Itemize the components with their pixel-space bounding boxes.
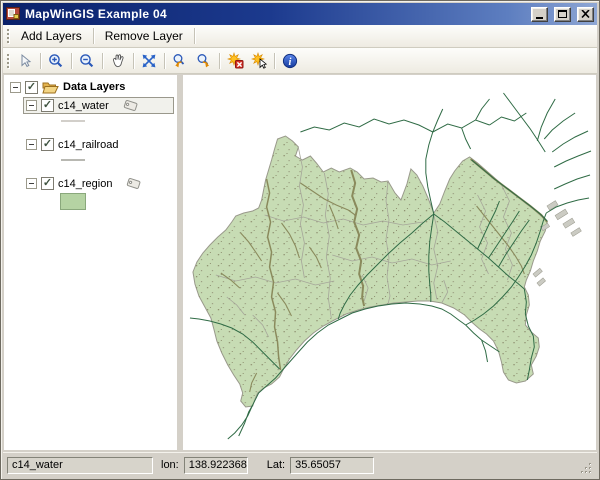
zoom-next-icon [197,53,210,67]
app-window: MapWinGIS Example 04 Add Layers Remove L… [0,0,600,480]
separator [193,28,195,44]
clear-selection-icon [226,52,243,69]
folder-icon [42,82,59,93]
pan-button[interactable] [106,50,130,72]
tree-node-label: c14_railroad [58,138,119,151]
minimize-button[interactable] [531,6,548,22]
maximize-button[interactable] [554,6,571,22]
separator [274,52,275,69]
c14-region-checkbox[interactable] [41,177,54,190]
tool-strip: i [3,48,597,74]
status-layer-name: c14_water [7,456,153,474]
info-icon: i [282,53,298,68]
tag-icon [123,99,138,111]
title-bar[interactable]: MapWinGIS Example 04 [3,3,597,25]
close-button[interactable] [577,6,594,22]
tree-node-c14-water[interactable]: c14_water [23,97,174,114]
zoom-extent-button[interactable] [137,50,161,72]
close-icon [581,10,590,18]
separator [102,52,103,69]
zoom-full-extent-icon [142,54,156,67]
select-shapes-button[interactable] [247,50,271,72]
zoom-out-button[interactable] [75,50,99,72]
c14-water-symbol-row [60,114,177,128]
fill-symbol [60,192,86,210]
remove-layer-button[interactable]: Remove Layer [97,26,191,46]
minimize-icon [536,16,543,19]
tree-node-label: Data Layers [63,81,126,93]
collapse-toggle[interactable] [26,139,37,150]
status-bar: c14_water lon: 138.922368 Lat: 35.65057 [3,452,597,477]
c14-region-symbol-row [60,192,177,210]
layers-panel: Data Layers c14_water [4,75,177,450]
toolstrip-grip[interactable] [7,29,9,43]
pointer-button[interactable] [13,50,37,72]
separator [40,52,41,69]
separator [71,52,72,69]
zoom-next-button[interactable] [192,50,216,72]
zoom-in-icon [49,53,63,67]
resize-grip[interactable] [579,461,593,475]
line-symbol [61,120,85,122]
clear-selection-button[interactable] [223,50,247,72]
lon-label: lon: [161,459,179,471]
pointer-icon [21,53,32,67]
select-shapes-icon [250,52,267,69]
zoom-in-button[interactable] [44,50,68,72]
c14-water-checkbox[interactable] [41,99,54,112]
tree-node-c14-region[interactable]: c14_region [23,175,174,192]
zoom-previous-icon [173,53,185,67]
collapse-toggle[interactable] [10,81,21,93]
status-lon-value: 138.922368 [183,456,248,474]
data-layers-checkbox[interactable] [25,80,38,94]
zoom-out-icon [80,53,94,67]
tree-node-label: c14_water [58,99,109,112]
tree-node-label: c14_region [58,177,113,190]
pan-hand-icon [113,53,124,67]
collapse-toggle[interactable] [26,100,37,111]
separator [92,28,94,44]
tag-icon [127,177,141,189]
add-layers-button[interactable]: Add Layers [13,26,90,46]
separator [133,52,134,69]
collapse-toggle[interactable] [26,178,37,189]
window-title: MapWinGIS Example 04 [25,7,167,21]
main-area: Data Layers c14_water [3,74,597,452]
info-button[interactable]: i [278,50,302,72]
lat-label: Lat: [266,459,286,471]
separator [219,52,220,69]
map-canvas [189,92,592,440]
menu-strip: Add Layers Remove Layer [3,25,597,48]
line-symbol [61,159,85,161]
zoom-previous-button[interactable] [168,50,192,72]
separator [164,52,165,69]
status-lat-value: 35.65057 [290,456,375,474]
tree-node-data-layers[interactable]: Data Layers [10,79,177,95]
svg-text:i: i [289,57,292,68]
tree-node-c14-railroad[interactable]: c14_railroad [23,136,174,153]
toolstrip-grip[interactable] [7,53,9,68]
c14-railroad-symbol-row [60,153,177,167]
c14-railroad-checkbox[interactable] [41,138,54,151]
maximize-icon [558,10,567,18]
app-icon [6,7,20,20]
map-viewport[interactable] [183,75,596,450]
